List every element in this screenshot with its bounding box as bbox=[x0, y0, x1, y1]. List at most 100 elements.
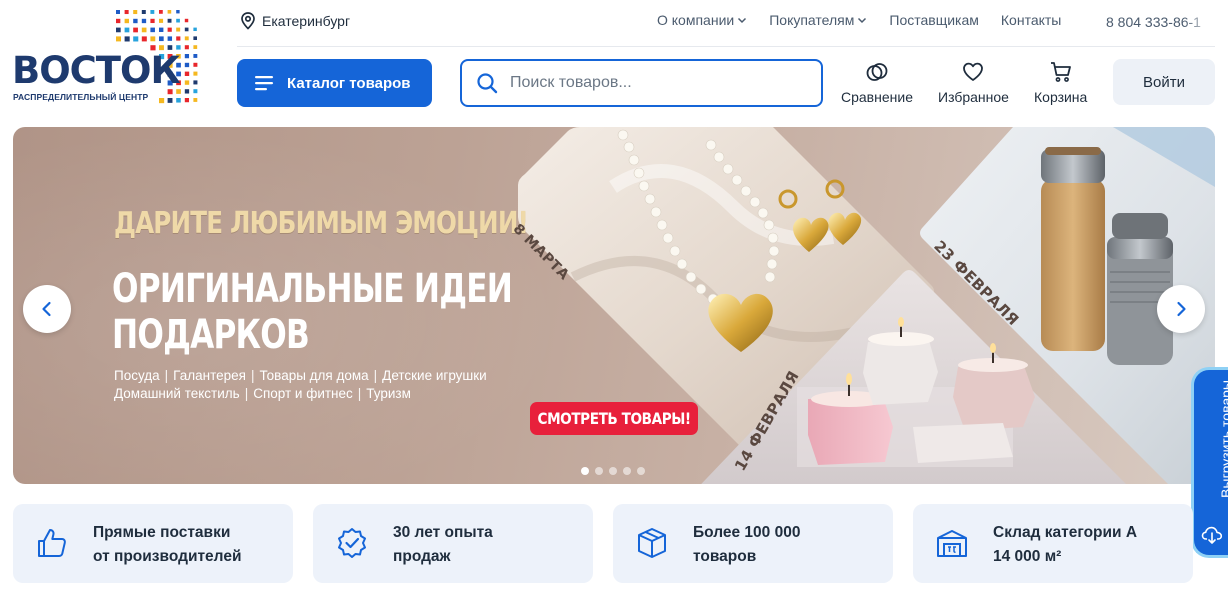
warehouse-icon bbox=[937, 530, 967, 557]
logo-dot bbox=[184, 71, 190, 76]
feature-text: 30 лет опыта продаж bbox=[393, 521, 493, 569]
logo-dot bbox=[184, 54, 190, 59]
logo-dot bbox=[176, 36, 181, 41]
location-pin-icon bbox=[241, 12, 255, 30]
nav-contacts[interactable]: Контакты bbox=[1001, 12, 1061, 28]
logo-dot bbox=[184, 98, 190, 103]
top-navigation: О компании Покупателям Поставщикам Конта… bbox=[657, 12, 1061, 28]
logo-dot bbox=[124, 18, 129, 24]
favorites-button[interactable]: Избранное bbox=[938, 60, 1009, 105]
nav-suppliers[interactable]: Поставщикам bbox=[889, 12, 979, 28]
slider-dot[interactable] bbox=[637, 467, 645, 475]
logo-dot bbox=[124, 27, 130, 33]
category-link[interactable]: Детские игрушки bbox=[382, 368, 487, 383]
cart-icon bbox=[1050, 62, 1071, 82]
city-name: Екатеринбург bbox=[262, 13, 351, 29]
favorites-label: Избранное bbox=[938, 89, 1009, 105]
banner-headline-line1: ОРИГИНАЛЬНЫЕ ИДЕИ bbox=[112, 266, 513, 312]
logo-dot bbox=[150, 27, 155, 33]
header-divider bbox=[237, 46, 1215, 47]
city-selector[interactable]: Екатеринбург bbox=[240, 12, 350, 30]
logo-dot bbox=[184, 45, 189, 50]
logo-dot bbox=[176, 98, 181, 103]
logo-dot bbox=[193, 89, 198, 94]
logo-dot bbox=[193, 27, 197, 32]
box-icon bbox=[638, 528, 666, 558]
logo-dot bbox=[116, 27, 121, 33]
category-link[interactable]: Домашний текстиль bbox=[114, 386, 240, 401]
feature-card-products: Более 100 000 товаров bbox=[613, 504, 893, 583]
nav-about[interactable]: О компании bbox=[657, 12, 747, 28]
slider-prev-button[interactable] bbox=[23, 285, 71, 333]
banner-slogan: ДАРИТЕ ЛЮБИМЫМ ЭМОЦИИ! bbox=[114, 206, 529, 241]
logo-dot bbox=[193, 71, 198, 76]
category-link[interactable]: Посуда bbox=[114, 368, 160, 383]
feature-card-warehouse: Склад категории А 14 000 м² bbox=[913, 504, 1193, 583]
banner-headline: ОРИГИНАЛЬНЫЕ ИДЕИ ПОДАРКОВ bbox=[112, 266, 513, 358]
export-products-tab[interactable]: Выгрузить товары bbox=[1191, 367, 1228, 558]
login-button[interactable]: Войти bbox=[1113, 59, 1215, 105]
logo-dot bbox=[133, 27, 138, 33]
search-icon bbox=[477, 73, 498, 94]
feature-line2: продаж bbox=[393, 548, 451, 565]
logo-dot bbox=[159, 98, 165, 104]
phone-number[interactable]: 8 804 333-86-1 bbox=[1106, 14, 1216, 30]
logo-subtitle: РАСПРЕДЕЛИТЕЛЬНЫЙ ЦЕНТР bbox=[13, 92, 149, 102]
logo-dot bbox=[116, 36, 122, 42]
nav-buyers-label: Покупателям bbox=[769, 12, 855, 28]
feature-card-experience: 30 лет опыта продаж bbox=[313, 504, 593, 583]
slider-dots bbox=[581, 467, 645, 475]
compare-button[interactable]: Сравнение bbox=[841, 60, 913, 105]
logo-dot bbox=[184, 36, 189, 41]
search-box bbox=[460, 59, 823, 107]
export-products-label: Выгрузить товары bbox=[1218, 380, 1228, 498]
category-link[interactable]: Спорт и фитнес bbox=[253, 386, 353, 401]
slider-dot[interactable] bbox=[581, 467, 589, 475]
chevron-down-icon bbox=[738, 17, 747, 24]
category-link[interactable]: Галантерея bbox=[173, 368, 246, 383]
cart-button[interactable]: Корзина bbox=[1034, 60, 1087, 105]
catalog-button[interactable]: Каталог товаров bbox=[237, 59, 432, 107]
logo-dot bbox=[150, 10, 155, 14]
menu-icon bbox=[255, 76, 273, 91]
view-products-button[interactable]: СМОТРЕТЬ ТОВАРЫ! bbox=[530, 402, 698, 435]
chevron-down-icon bbox=[858, 17, 867, 24]
logo-dot bbox=[193, 62, 198, 67]
logo-dot bbox=[184, 80, 190, 85]
feature-line2: от производителей bbox=[93, 548, 242, 565]
feature-line1: Склад категории А bbox=[993, 524, 1138, 541]
search-input[interactable] bbox=[510, 74, 790, 92]
nav-contacts-label: Контакты bbox=[1000, 12, 1062, 28]
thumbs-up-icon bbox=[38, 529, 66, 557]
feature-card-direct-supply: Прямые поставки от производителей bbox=[13, 504, 293, 583]
chevron-left-icon bbox=[42, 301, 51, 317]
verified-badge-icon bbox=[338, 528, 366, 558]
logo-dot bbox=[124, 36, 130, 42]
logo-dot bbox=[150, 36, 156, 42]
nav-buyers[interactable]: Покупателям bbox=[769, 12, 867, 28]
logo-dot bbox=[133, 36, 139, 42]
logo-dot bbox=[176, 18, 180, 23]
slider-dot[interactable] bbox=[609, 467, 617, 475]
slider-next-button[interactable] bbox=[1157, 285, 1205, 333]
logo-dot bbox=[159, 10, 163, 14]
logo-dot bbox=[193, 36, 198, 41]
logo[interactable]: ВОСТОК РАСПРЕДЕЛИТЕЛЬНЫЙ ЦЕНТР bbox=[12, 8, 202, 108]
feature-line2: 14 000 м² bbox=[993, 548, 1062, 565]
logo-dot bbox=[141, 10, 146, 14]
slider-dot[interactable] bbox=[623, 467, 631, 475]
logo-dot bbox=[159, 36, 164, 42]
category-link[interactable]: Товары для дома bbox=[259, 368, 368, 383]
logo-dot bbox=[150, 18, 155, 24]
slider-dot[interactable] bbox=[595, 467, 603, 475]
logo-dot bbox=[124, 10, 129, 15]
feature-line1: Более 100 000 bbox=[693, 524, 801, 541]
category-link[interactable]: Туризм bbox=[366, 386, 411, 401]
banner-categories-line2: Домашний текстиль | Спорт и фитнес | Туризм bbox=[114, 386, 411, 401]
logo-dot bbox=[176, 27, 181, 32]
promo-banner[interactable]: ДАРИТЕ ЛЮБИМЫМ ЭМОЦИИ! ОРИГИНАЛЬНЫЕ ИДЕИ… bbox=[13, 127, 1215, 484]
logo-dot bbox=[184, 18, 189, 23]
logo-dot bbox=[141, 36, 147, 42]
logo-dot bbox=[167, 36, 173, 41]
logo-dot bbox=[193, 80, 198, 85]
